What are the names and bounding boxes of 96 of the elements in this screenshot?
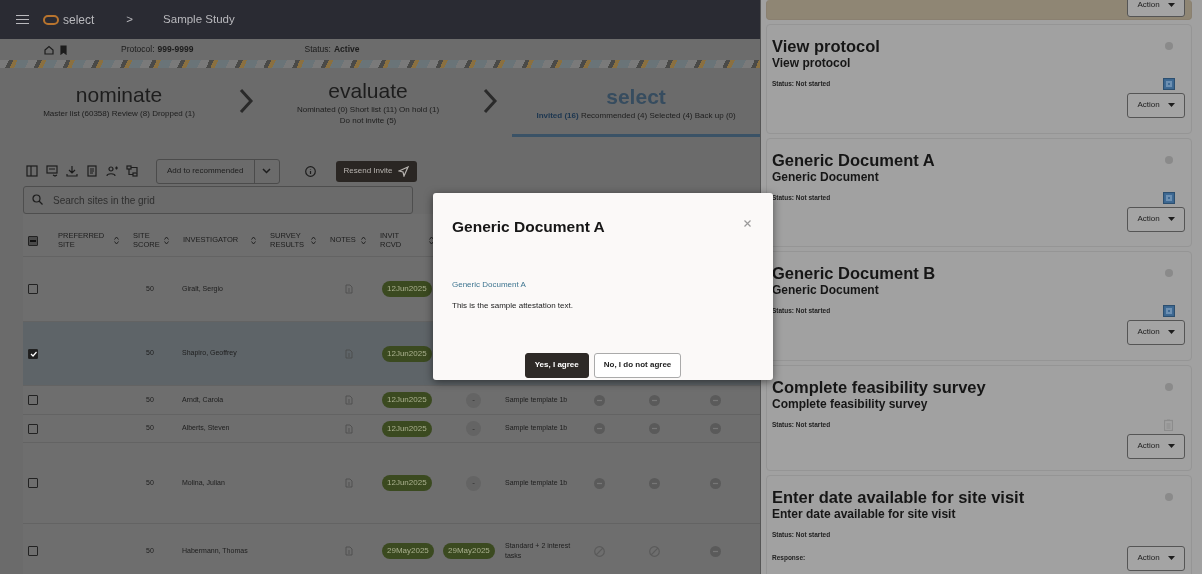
document-icon[interactable] [1163,304,1175,317]
document-icon[interactable] [86,165,98,177]
date-badge: 29May2025 [443,543,495,559]
stage-filter-link[interactable]: Recommended (4) [580,111,648,120]
bookmark-icon[interactable] [60,44,67,55]
chevron-right-icon [482,88,499,114]
date-badge: 12Jun2025 [382,475,432,491]
search-icon [32,194,43,205]
disagree-button[interactable]: No, I do not agree [593,352,682,378]
document-link[interactable]: Generic Document A [452,278,526,291]
status-label: Status: [304,43,331,56]
minus-circle-icon [649,477,660,489]
task-title: Generic Document A [772,151,935,170]
date-badge: 12Jun2025 [382,345,432,362]
task-title: Enter date available for site visit [772,488,1025,507]
row-checkbox[interactable] [28,348,38,359]
protocol-label: Protocol: [121,43,155,56]
attestation-text: This is the sample attestation text. [452,299,574,312]
action-dropdown-button[interactable]: Action [1127,433,1185,459]
caret-down-icon [1167,444,1175,449]
status-badge: - [466,392,481,408]
stage-filter-link[interactable]: Selected (4) [649,111,693,120]
status-badge: - [466,475,481,491]
task-subtitle: Generic Document [772,282,880,299]
sort-icon[interactable] [429,236,434,245]
close-icon [744,219,751,227]
logo-icon [43,14,59,25]
stage-tab[interactable]: nominate [75,84,163,105]
dialog-title: Generic Document A [452,218,605,237]
study-name[interactable]: Sample Study [163,10,235,29]
menu-icon[interactable] [16,14,29,25]
stage-filter-link[interactable]: Short list (11) [349,105,397,114]
caret-down-icon [1167,2,1175,7]
stage-filter-link[interactable]: Master list (60358) [43,109,110,118]
info-icon[interactable] [304,165,316,177]
columns-icon[interactable] [26,165,38,177]
minus-circle-icon [594,423,605,434]
document-icon[interactable] [1163,191,1175,204]
action-dropdown-button[interactable]: Action [1127,92,1185,118]
task-subtitle: View protocol [772,55,852,72]
action-dropdown-button[interactable]: Action [1127,206,1185,232]
breadcrumb-separator: > [126,11,134,27]
date-badge: 12Jun2025 [382,420,432,437]
date-badge: 29May2025 [382,543,434,559]
checkmark-icon [29,350,37,357]
minus-circle-icon [710,423,721,434]
task-title: View protocol [772,37,880,56]
home-icon[interactable] [44,44,54,55]
person-add-icon[interactable] [106,165,118,177]
send-icon [398,165,410,177]
select-all-checkbox[interactable] [28,235,38,246]
workflow-icon[interactable] [126,165,138,177]
task-subtitle: Enter date available for site visit [772,506,957,523]
status-value: Active [333,43,360,56]
minus-circle-icon [649,394,660,406]
caret-down-icon [1167,103,1175,108]
app-name[interactable]: select [63,10,95,29]
caret-icon [262,168,271,174]
resend-invite-button[interactable]: Resend Invite [335,160,418,182]
row-checkbox[interactable] [28,546,38,556]
download-icon[interactable] [66,165,78,177]
row-checkbox[interactable] [28,284,38,294]
caret-down-icon [1167,330,1175,335]
chevron-right-icon [238,88,254,114]
document-icon[interactable] [1163,77,1175,90]
stage-filter-link[interactable]: Invited (16) [536,111,579,120]
task-title: Complete feasibility survey [772,378,986,397]
date-badge: 12Jun2025 [382,392,432,408]
minus-circle-icon [710,477,721,489]
task-subtitle: Complete feasibility survey [772,396,929,413]
status-badge: - [466,421,481,436]
row-checkbox[interactable] [28,395,38,405]
agree-button[interactable]: Yes, I agree [524,352,589,378]
action-dropdown-button[interactable]: Action [1127,0,1185,17]
action-dropdown-button[interactable]: Action [1127,319,1185,345]
row-checkbox[interactable] [28,478,38,488]
minus-circle-icon [649,423,660,434]
minus-circle-icon [594,394,605,406]
task-title: Generic Document B [772,264,936,283]
minus-circle-icon [710,394,721,406]
stage-filter-link[interactable]: Do not invite (5) [339,115,397,125]
action-dropdown-button[interactable]: Action [1127,545,1185,571]
caret-down-icon [1167,556,1175,561]
protocol-value: 999-9999 [157,43,194,56]
minus-circle-icon [594,477,605,489]
stage-tab[interactable]: evaluate [328,80,408,101]
row-checkbox[interactable] [28,423,38,434]
date-badge: 12Jun2025 [382,281,432,297]
stage-filter-link[interactable]: Dropped (1) [152,109,195,118]
close-button[interactable] [744,217,751,228]
indeterminate-icon [30,239,36,242]
minus-circle-icon [710,545,721,557]
caret-down-icon [1167,217,1175,222]
task-subtitle: Generic Document [772,169,880,186]
filter-form-icon[interactable] [46,165,58,177]
stage-filter-link[interactable]: Review (8) [111,109,150,118]
